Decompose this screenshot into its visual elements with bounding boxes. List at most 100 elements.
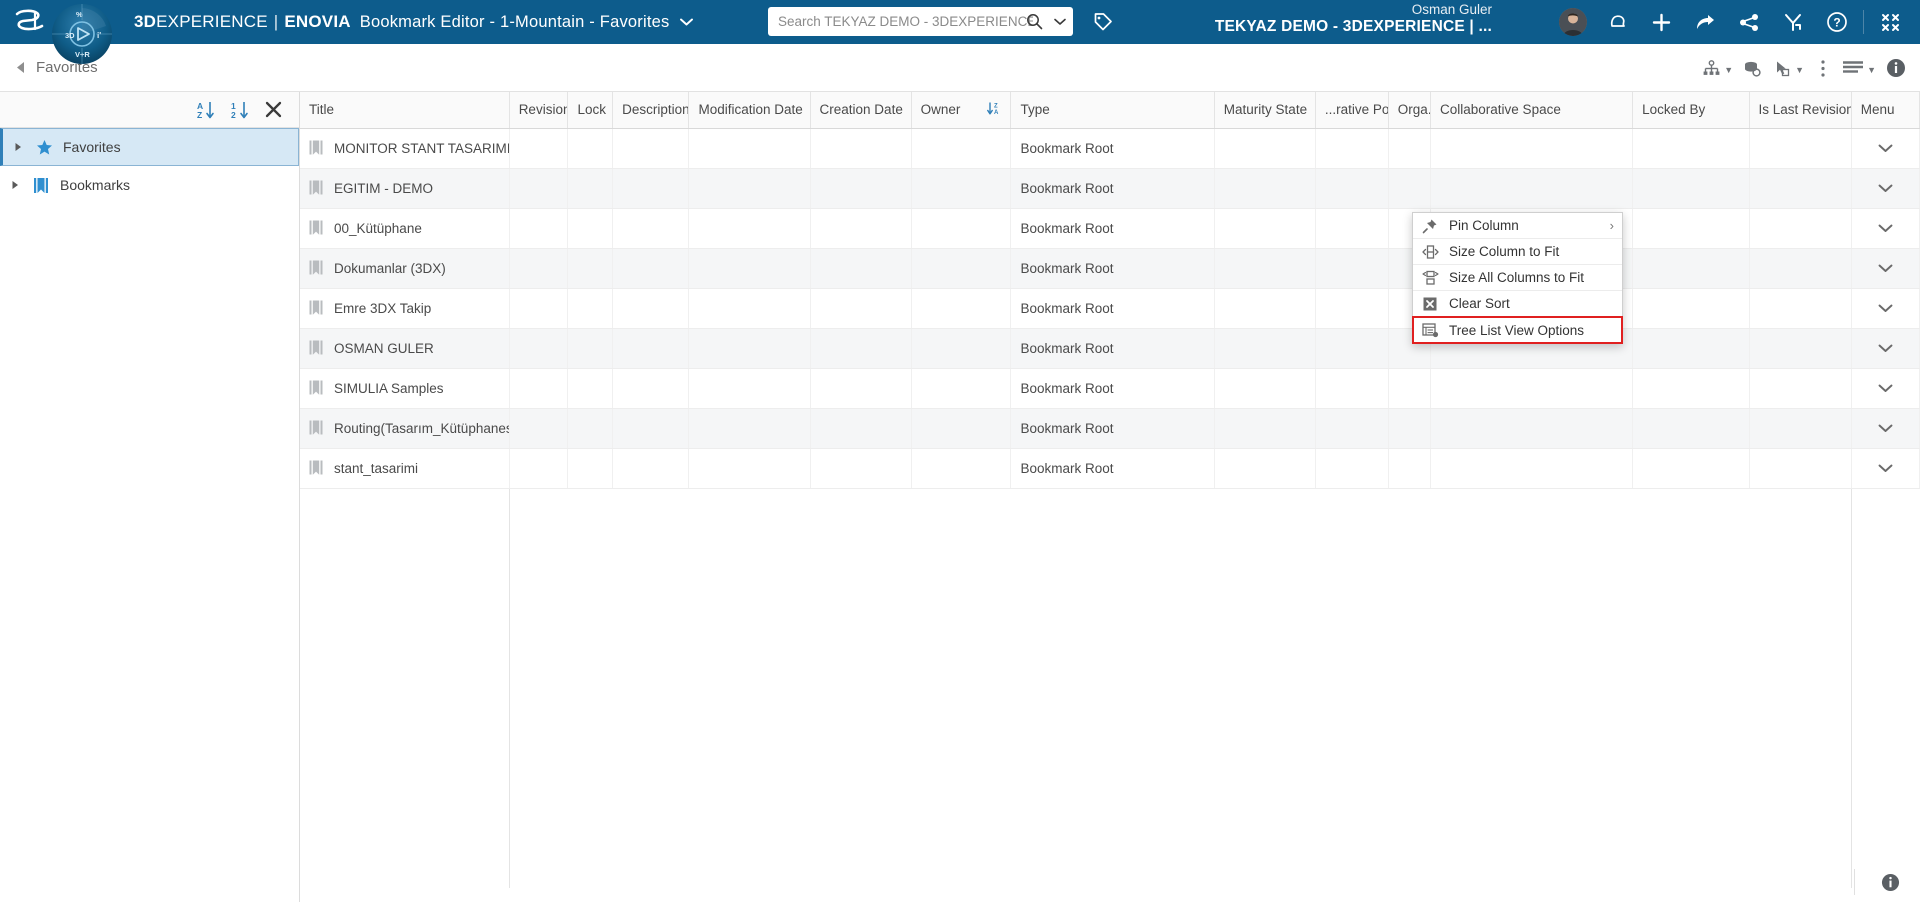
context-menu-item-tree-list-view-options[interactable]: Tree List View Options <box>1412 316 1623 344</box>
filter-database-icon[interactable] <box>1739 48 1767 88</box>
size-all-columns-icon <box>1421 270 1439 286</box>
search-dropdown-chevron-icon[interactable] <box>1047 7 1073 36</box>
sidebar-item-bookmarks[interactable]: Bookmarks <box>0 166 299 204</box>
empty-cell <box>1749 648 1852 688</box>
chevron-down-icon[interactable] <box>1861 264 1910 273</box>
empty-cell <box>1749 528 1852 568</box>
table-row[interactable]: MONITOR STANT TASARIMI Bookmark Root <box>300 128 1920 169</box>
context-menu-item-size-all-columns-to-fit[interactable]: Size All Columns to Fit <box>1413 265 1622 291</box>
chevron-down-icon[interactable] <box>1861 304 1910 313</box>
context-menu-item-size-column-to-fit[interactable]: Size Column to Fit <box>1413 239 1622 265</box>
chevron-down-icon[interactable] <box>1861 224 1910 233</box>
table-row[interactable]: 00_Kütüphane Bookmark Root <box>300 208 1920 249</box>
column-header-lock[interactable]: Lock <box>567 92 614 129</box>
share-network-icon[interactable] <box>1727 0 1771 44</box>
column-header-organization[interactable]: Orga... <box>1388 92 1432 129</box>
cell-modification_date <box>688 288 811 329</box>
column-header-title[interactable]: Title <box>300 92 510 129</box>
table-row[interactable]: Emre 3DX Takip Bookmark Root <box>300 288 1920 329</box>
chevron-down-icon[interactable]: ▼ <box>1795 65 1804 75</box>
column-header-maturity[interactable]: Maturity State <box>1214 92 1316 129</box>
row-menu-button[interactable] <box>1851 208 1920 249</box>
row-menu-button[interactable] <box>1851 328 1920 369</box>
empty-cell <box>1315 848 1389 888</box>
column-header-is_last_revision[interactable]: Is Last Revision <box>1749 92 1852 129</box>
chevron-down-icon[interactable]: ▼ <box>1867 65 1876 75</box>
chevron-down-icon[interactable] <box>1861 144 1910 153</box>
column-header-revision[interactable]: Revision <box>509 92 569 129</box>
notification-bell-icon[interactable] <box>1595 0 1639 44</box>
column-header-menu[interactable]: Menu <box>1851 92 1920 129</box>
column-header-label: Menu <box>1860 102 1895 118</box>
row-menu-button[interactable] <box>1851 248 1920 289</box>
table-row[interactable]: OSMAN GULER Bookmark Root <box>300 328 1920 369</box>
close-icon[interactable] <box>264 100 283 119</box>
sort-descending-icon[interactable]: ZA <box>987 101 1001 119</box>
collapse-fullscreen-icon[interactable] <box>1868 0 1912 44</box>
column-header-owner[interactable]: Owner Z A <box>911 92 1012 129</box>
search-icon[interactable] <box>1021 7 1047 36</box>
search-input[interactable] <box>768 7 1041 36</box>
column-context-menu[interactable]: Pin Column › Size Column to Fit Size All Co… <box>1412 212 1623 344</box>
column-header-label: Creation Date <box>819 102 903 118</box>
search-box[interactable] <box>768 7 1073 36</box>
branch-compare-icon[interactable] <box>1771 0 1815 44</box>
sort-numeric-icon[interactable]: 1 2 <box>230 100 250 120</box>
row-menu-button[interactable] <box>1851 368 1920 409</box>
sort-alpha-icon[interactable]: A Z <box>196 100 216 120</box>
sidebar-item-favorites[interactable]: Favorites <box>0 128 299 166</box>
column-header-modification_date[interactable]: Modification Date <box>688 92 811 129</box>
info-icon[interactable] <box>1881 873 1900 892</box>
submenu-chevron-icon[interactable]: › <box>1610 218 1614 233</box>
column-header-type[interactable]: Type <box>1010 92 1215 129</box>
add-icon[interactable] <box>1639 0 1683 44</box>
share-arrow-icon[interactable] <box>1683 0 1727 44</box>
cell-type: Bookmark Root <box>1010 448 1215 489</box>
help-icon[interactable]: ? <box>1815 0 1859 44</box>
context-menu-item-pin-column[interactable]: Pin Column › <box>1413 213 1622 239</box>
cell-modification_date <box>688 248 811 289</box>
chevron-down-icon[interactable]: ▼ <box>1724 65 1733 75</box>
row-menu-button[interactable] <box>1851 448 1920 489</box>
chevron-down-icon[interactable] <box>1861 424 1910 433</box>
chevron-down-icon[interactable] <box>680 15 694 29</box>
more-options-icon[interactable] <box>1810 48 1836 88</box>
context-menu-item-label: Tree List View Options <box>1449 322 1585 338</box>
table-row[interactable]: EGITIM - DEMO Bookmark Root <box>300 168 1920 209</box>
column-header-locked_by[interactable]: Locked By <box>1632 92 1750 129</box>
chevron-down-icon[interactable] <box>1861 384 1910 393</box>
back-arrow-icon[interactable] <box>8 56 32 80</box>
context-menu-item-clear-sort[interactable]: Clear Sort <box>1413 291 1622 317</box>
column-header-collab_space[interactable]: Collaborative Space <box>1430 92 1634 129</box>
select-cursor-icon[interactable]: ▼ <box>1769 48 1808 88</box>
info-icon[interactable] <box>1882 48 1910 88</box>
empty-cell <box>810 768 912 808</box>
cell-modification_date <box>688 328 811 369</box>
hierarchy-view-icon[interactable]: ▼ <box>1698 48 1737 88</box>
list-display-icon[interactable]: ▼ <box>1838 48 1880 88</box>
expand-arrow-icon[interactable] <box>11 142 25 152</box>
empty-cell <box>810 848 912 888</box>
table-row[interactable]: stant_tasarimi Bookmark Root <box>300 448 1920 489</box>
expand-arrow-icon[interactable] <box>8 180 22 190</box>
cell-organization <box>1388 128 1432 169</box>
cell-owner <box>911 208 1012 249</box>
chevron-down-icon[interactable] <box>1861 344 1910 353</box>
column-header-description[interactable]: Description <box>612 92 690 129</box>
avatar[interactable] <box>1551 0 1595 44</box>
row-menu-button[interactable] <box>1851 128 1920 169</box>
chevron-down-icon[interactable] <box>1861 184 1910 193</box>
tag-icon[interactable] <box>1088 8 1116 36</box>
3dexperience-compass[interactable]: 3D i' V+R % <box>48 0 116 68</box>
row-menu-button[interactable] <box>1851 168 1920 209</box>
column-header-creation_date[interactable]: Creation Date <box>810 92 912 129</box>
table-row[interactable]: Routing(Tasarım_Kütüphanesi) Bookmark Roo… <box>300 408 1920 449</box>
user-info[interactable]: Osman Guler TEKYAZ DEMO - 3DEXPERIENCE |… <box>1215 2 1492 35</box>
empty-cell <box>1749 688 1852 728</box>
chevron-down-icon[interactable] <box>1861 464 1910 473</box>
table-row[interactable]: Dokumanlar (3DX) Bookmark Root <box>300 248 1920 289</box>
table-row[interactable]: SIMULIA Samples Bookmark Root <box>300 368 1920 409</box>
row-menu-button[interactable] <box>1851 288 1920 329</box>
row-menu-button[interactable] <box>1851 408 1920 449</box>
column-header-collab_policy[interactable]: ...rative Pol... <box>1315 92 1389 129</box>
